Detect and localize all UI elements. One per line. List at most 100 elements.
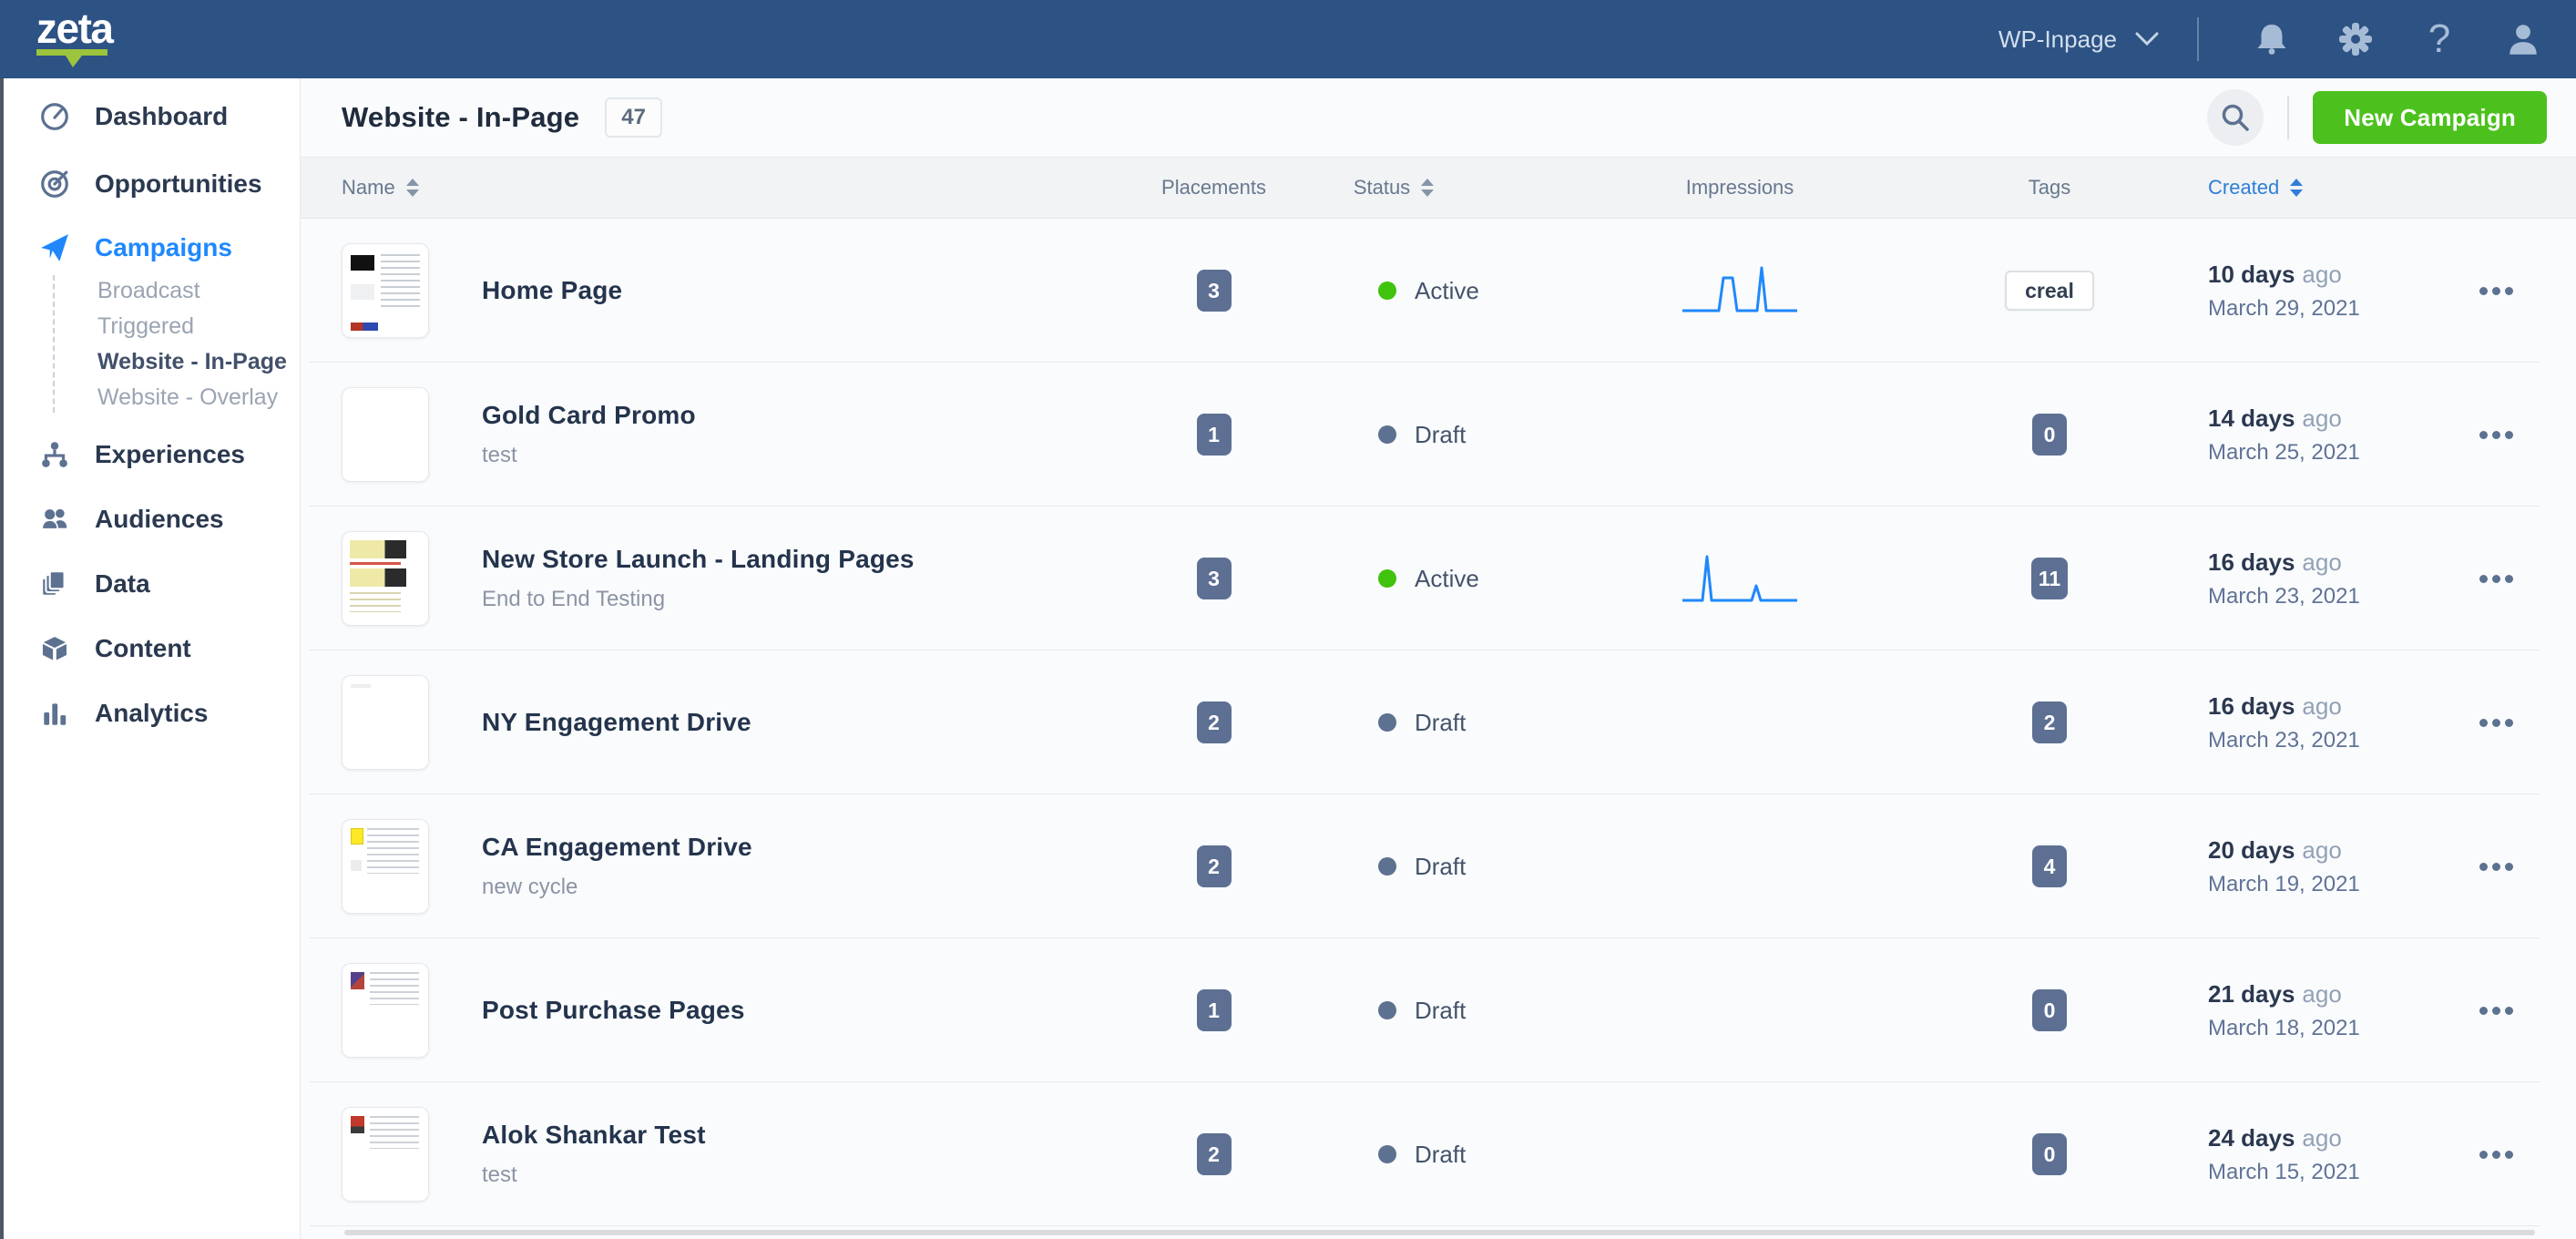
placements-badge: 3: [1197, 558, 1232, 599]
sidebar-item-broadcast[interactable]: Broadcast: [97, 275, 300, 306]
created-relative: 14 days: [2208, 404, 2295, 432]
sidebar-item-experiences[interactable]: Experiences: [0, 435, 300, 475]
row-actions-menu[interactable]: [2470, 1142, 2522, 1168]
horizontal-scrollbar[interactable]: [344, 1230, 2535, 1235]
row-actions-menu[interactable]: [2470, 854, 2522, 880]
settings-gear-icon[interactable]: [2336, 19, 2376, 59]
help-icon[interactable]: ?: [2419, 19, 2459, 59]
placements-badge: 3: [1197, 270, 1232, 312]
new-campaign-button[interactable]: New Campaign: [2313, 91, 2547, 144]
created-relative: 16 days: [2208, 692, 2295, 720]
created-date: March 19, 2021: [2208, 872, 2360, 897]
tags-cell: 0: [1958, 414, 2141, 456]
row-actions-menu[interactable]: [2470, 566, 2522, 592]
row-actions-menu[interactable]: [2470, 422, 2522, 448]
placements-badge: 2: [1197, 701, 1232, 743]
created-relative: 16 days: [2208, 548, 2295, 576]
status-label: Draft: [1415, 997, 1466, 1025]
sort-arrows-icon: [406, 179, 419, 197]
tags-count-badge: 0: [2032, 414, 2067, 456]
status-label: Draft: [1415, 421, 1466, 449]
campaign-subtitle: new cycle: [482, 875, 752, 900]
table-row[interactable]: Home Page 3 Active creal 10 daysago Marc…: [301, 219, 2576, 363]
tags-cell: 11: [1958, 558, 2141, 599]
tags-count-badge: 2: [2032, 701, 2067, 743]
placements-badge: 1: [1197, 989, 1232, 1031]
table-row[interactable]: CA Engagement Drive new cycle 2 Draft 4 …: [301, 794, 2576, 938]
tags-cell: 0: [1958, 989, 2141, 1031]
tags-count-badge: 0: [2032, 989, 2067, 1031]
audiences-people-icon: [38, 504, 71, 535]
sidebar-item-audiences[interactable]: Audiences: [0, 499, 300, 539]
created-date: March 23, 2021: [2208, 584, 2360, 609]
notifications-bell-icon[interactable]: [2252, 19, 2292, 59]
campaign-name[interactable]: NY Engagement Drive: [482, 708, 751, 737]
created-date: March 29, 2021: [2208, 296, 2360, 322]
sidebar-item-website-overlay[interactable]: Website - Overlay: [97, 382, 300, 413]
tags-cell: 4: [1958, 845, 2141, 887]
search-icon: [2217, 99, 2254, 136]
status-label: Draft: [1415, 709, 1466, 737]
sidebar-item-website-in-page[interactable]: Website - In-Page: [97, 346, 300, 377]
status-dot: [1378, 1145, 1396, 1163]
impressions-sparkline: [1521, 553, 1958, 604]
sidebar-item-triggered[interactable]: Triggered: [97, 311, 300, 342]
profile-icon[interactable]: [2503, 19, 2543, 59]
status-label: Draft: [1415, 853, 1466, 881]
sidebar-item-analytics[interactable]: Analytics: [0, 693, 300, 733]
impressions-sparkline: [1521, 265, 1958, 316]
zeta-logo[interactable]: zeta: [36, 9, 112, 70]
account-selector[interactable]: WP-Inpage: [1998, 26, 2159, 54]
campaign-name[interactable]: Home Page: [482, 276, 622, 305]
account-name: WP-Inpage: [1998, 26, 2117, 54]
campaign-subtitle: test: [482, 1162, 706, 1188]
table-header: Name Placements Status Impressions Tags …: [301, 157, 2576, 219]
table-row[interactable]: New Store Launch - Landing Pages End to …: [301, 507, 2576, 650]
sidebar-item-campaigns[interactable]: Campaigns: [0, 228, 300, 268]
page-header: Website - In-Page 47 New Campaign: [301, 78, 2576, 157]
opportunities-target-icon: [38, 169, 71, 200]
tag-chip: creal: [2005, 271, 2094, 311]
sidebar-item-dashboard[interactable]: Dashboard: [0, 97, 300, 137]
campaign-name[interactable]: CA Engagement Drive: [482, 833, 752, 862]
column-header-created[interactable]: Created: [2141, 158, 2405, 218]
table-row[interactable]: Post Purchase Pages 1 Draft 0 21 daysago…: [301, 938, 2576, 1082]
status-label: Draft: [1415, 1141, 1466, 1169]
controls-divider: [2287, 96, 2289, 139]
sidebar-item-opportunities[interactable]: Opportunities: [0, 164, 300, 204]
column-header-status[interactable]: Status: [1266, 158, 1521, 218]
search-button[interactable]: [2207, 89, 2264, 146]
table-row[interactable]: NY Engagement Drive 2 Draft 2 16 daysago…: [301, 650, 2576, 794]
row-actions-menu[interactable]: [2470, 278, 2522, 304]
page-title: Website - In-Page: [342, 101, 579, 134]
campaign-thumbnail: [342, 819, 429, 914]
window-edge: [0, 78, 4, 1239]
campaign-name[interactable]: Gold Card Promo: [482, 401, 696, 430]
analytics-bars-icon: [38, 698, 71, 729]
data-documents-icon: [38, 568, 71, 599]
created-date: March 25, 2021: [2208, 440, 2360, 466]
status-dot: [1378, 569, 1396, 588]
column-header-name[interactable]: Name: [342, 158, 1161, 218]
campaign-name[interactable]: Alok Shankar Test: [482, 1121, 706, 1150]
sidebar-item-data[interactable]: Data: [0, 564, 300, 604]
row-actions-menu[interactable]: [2470, 710, 2522, 736]
campaign-name[interactable]: Post Purchase Pages: [482, 996, 745, 1025]
topbar-divider: [2197, 17, 2199, 61]
campaign-thumbnail: [342, 963, 429, 1058]
row-actions-menu[interactable]: [2470, 998, 2522, 1024]
placements-badge: 2: [1197, 1133, 1232, 1175]
created-relative: 10 days: [2208, 261, 2295, 288]
campaign-name[interactable]: New Store Launch - Landing Pages: [482, 545, 915, 574]
created-date: March 18, 2021: [2208, 1016, 2360, 1041]
column-header-tags: Tags: [1958, 158, 2141, 218]
table-row[interactable]: Gold Card Promo test 1 Draft 0 14 daysag…: [301, 363, 2576, 507]
sidebar-item-content[interactable]: Content: [0, 629, 300, 669]
table-row[interactable]: Alok Shankar Test test 2 Draft 0 24 days…: [301, 1082, 2576, 1226]
campaign-thumbnail: [342, 531, 429, 626]
status-dot: [1378, 425, 1396, 444]
campaign-subtitle: test: [482, 443, 696, 468]
tags-count-badge: 11: [2031, 558, 2068, 599]
sort-arrows-icon: [1421, 179, 1434, 197]
campaigns-paper-plane-icon: [38, 232, 71, 263]
